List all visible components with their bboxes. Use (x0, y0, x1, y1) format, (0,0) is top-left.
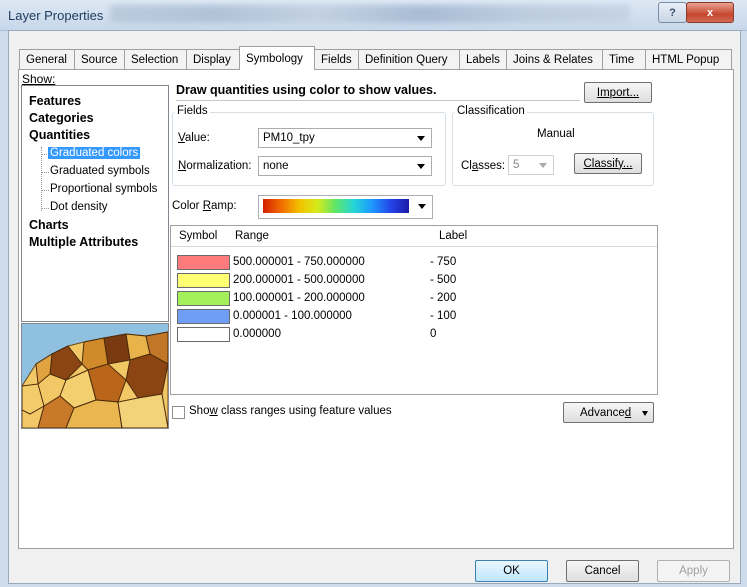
tab-display[interactable]: Display (186, 49, 240, 69)
color-ramp-dropdown[interactable] (258, 195, 433, 219)
tree-connector (41, 190, 49, 191)
show-class-ranges-label: Show class ranges using feature values (189, 405, 392, 417)
normalization-label: Normalization: (178, 160, 252, 172)
symbology-heading: Draw quantities using color to show valu… (176, 83, 437, 97)
tab-time[interactable]: Time (602, 49, 646, 69)
show-class-ranges-checkbox[interactable] (172, 406, 185, 419)
chevron-down-icon (539, 163, 547, 168)
table-row[interactable]: 500.000001 - 750.000000 - 750 (171, 254, 657, 272)
map-preview-image (22, 324, 168, 428)
title-bar-background (110, 5, 630, 23)
classification-method: Manual (537, 128, 575, 140)
show-item-multiple-attributes[interactable]: Multiple Attributes (29, 235, 138, 249)
classes-dropdown[interactable]: 5 (508, 155, 554, 175)
advanced-button-label: Advanced (580, 406, 632, 419)
range-cell[interactable]: 100.000001 - 200.000000 (232, 292, 366, 304)
tree-connector (41, 208, 49, 209)
tab-symbology[interactable]: Symbology (239, 46, 315, 70)
import-button[interactable]: Import... (584, 82, 652, 103)
table-row[interactable]: 200.000001 - 500.000000 - 500 (171, 272, 657, 290)
table-row[interactable]: 0.000000 0 (171, 326, 657, 344)
label-cell[interactable]: - 750 (430, 256, 456, 268)
column-header-range[interactable]: Range (235, 230, 269, 242)
show-item-features[interactable]: Features (29, 94, 81, 108)
tab-general[interactable]: General (19, 49, 75, 69)
value-dropdown-value: PM10_tpy (263, 132, 315, 144)
symbol-swatch[interactable] (177, 255, 230, 270)
tab-source[interactable]: Source (74, 49, 125, 69)
classes-dropdown-value: 5 (513, 159, 520, 171)
tab-selection[interactable]: Selection (124, 49, 187, 69)
column-header-label[interactable]: Label (439, 230, 467, 242)
label-cell[interactable]: - 500 (430, 274, 456, 286)
show-item-graduated-colors[interactable]: Graduated colors (48, 147, 141, 159)
ok-button[interactable]: OK (475, 560, 548, 582)
chevron-down-icon (642, 411, 648, 416)
table-header: Symbol Range Label (171, 226, 657, 247)
chevron-down-icon (417, 164, 425, 169)
classify-button[interactable]: Classify... (574, 153, 642, 174)
column-header-symbol[interactable]: Symbol (179, 230, 217, 242)
chevron-down-icon (418, 204, 426, 209)
label-cell[interactable]: - 200 (430, 292, 456, 304)
classify-button-label: Classify... (583, 157, 633, 170)
tab-labels[interactable]: Labels (459, 49, 507, 69)
symbol-swatch[interactable] (177, 273, 230, 288)
classification-group-label: Classification (455, 105, 527, 117)
chevron-down-icon (417, 136, 425, 141)
window-title: Layer Properties (8, 8, 104, 23)
tree-connector (41, 147, 42, 211)
symbol-swatch[interactable] (177, 327, 230, 342)
range-cell[interactable]: 0.000000 (232, 328, 282, 340)
show-item-charts[interactable]: Charts (29, 218, 69, 232)
normalization-dropdown-value: none (263, 160, 289, 172)
normalization-dropdown[interactable]: none (258, 156, 432, 176)
show-item-quantities[interactable]: Quantities (29, 128, 90, 142)
show-item-categories[interactable]: Categories (29, 111, 94, 125)
cancel-button[interactable]: Cancel (566, 560, 639, 582)
range-cell[interactable]: 200.000001 - 500.000000 (232, 274, 366, 286)
help-button[interactable]: ? (658, 2, 687, 23)
symbol-swatch[interactable] (177, 309, 230, 324)
tree-connector (41, 172, 49, 173)
classes-label: Classes: (461, 160, 506, 172)
import-button-label: Import... (596, 86, 640, 99)
value-label: Value: (178, 132, 210, 144)
show-list: Features Categories Quantities Graduated… (21, 85, 169, 322)
advanced-button[interactable]: Advanced (563, 402, 654, 423)
apply-button[interactable]: Apply (657, 560, 730, 582)
show-item-dot-density[interactable]: Dot density (50, 201, 108, 213)
tab-joins-relates[interactable]: Joins & Relates (506, 49, 603, 69)
label-cell[interactable]: 0 (430, 328, 436, 340)
symbol-swatch[interactable] (177, 291, 230, 306)
table-row[interactable]: 0.000001 - 100.000000 - 100 (171, 308, 657, 326)
label-cell[interactable]: - 100 (430, 310, 456, 322)
symbol-class-table: Symbol Range Label 500.000001 - 750.0000… (170, 225, 658, 395)
color-ramp-label: Color Ramp: (172, 200, 237, 212)
value-dropdown[interactable]: PM10_tpy (258, 128, 432, 148)
close-button[interactable]: x (686, 2, 734, 23)
fields-group-label: Fields (175, 105, 210, 117)
range-cell[interactable]: 500.000001 - 750.000000 (232, 256, 366, 268)
tab-definition-query[interactable]: Definition Query (358, 49, 460, 69)
tab-fields[interactable]: Fields (314, 49, 359, 69)
tab-html-popup[interactable]: HTML Popup (645, 49, 732, 69)
color-ramp-preview (263, 199, 409, 213)
table-row[interactable]: 100.000001 - 200.000000 - 200 (171, 290, 657, 308)
map-preview (21, 323, 169, 429)
heading-divider (176, 100, 580, 101)
show-label: Show: (22, 72, 56, 86)
show-item-proportional-symbols[interactable]: Proportional symbols (50, 183, 157, 195)
range-cell[interactable]: 0.000001 - 100.000000 (232, 310, 353, 322)
show-item-graduated-symbols[interactable]: Graduated symbols (50, 165, 150, 177)
